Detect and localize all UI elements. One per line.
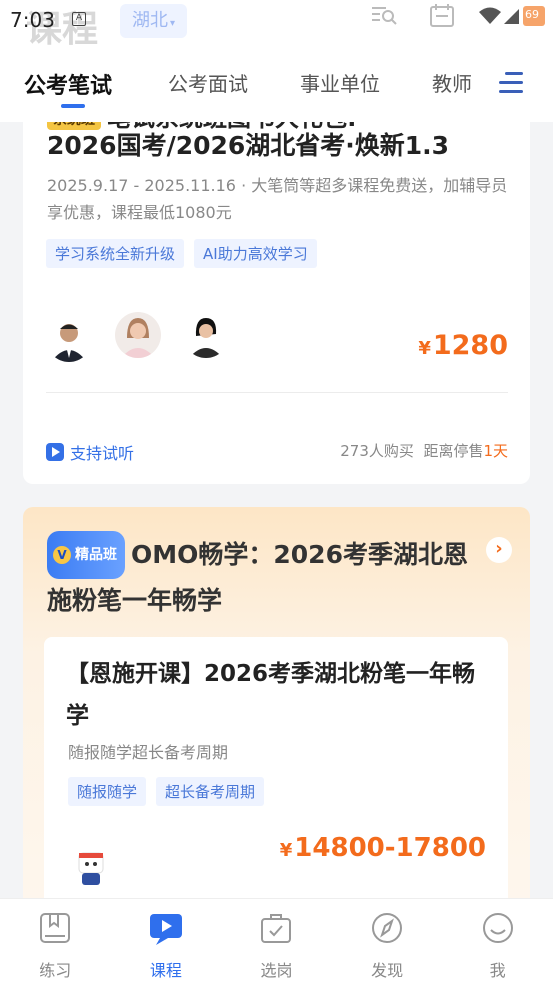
course-tag: 学习系统全新升级 xyxy=(46,239,185,268)
battery-level: 69 xyxy=(525,8,539,21)
nav-me[interactable]: 我 xyxy=(442,899,553,984)
region-label: 湖北 xyxy=(132,10,168,31)
tab-indicator xyxy=(61,104,85,108)
tab-jiaoshi[interactable]: 教师 xyxy=(432,68,472,97)
video-icon xyxy=(149,914,182,945)
teacher-avatar[interactable] xyxy=(46,316,92,362)
premium-badge: V 精品班 xyxy=(47,531,125,579)
teacher-avatar[interactable] xyxy=(115,312,161,358)
trial-button[interactable]: 支持试听 xyxy=(46,440,134,464)
system-indicators: 69 xyxy=(479,6,545,26)
nav-practice[interactable]: 练习 xyxy=(0,899,111,984)
compass-icon xyxy=(372,913,403,943)
teacher-avatar[interactable] xyxy=(183,312,229,358)
calendar-icon[interactable] xyxy=(428,2,456,30)
course-list[interactable]: 系统班笔试系统班图书大礼包: 2026国考/2026湖北省考·焕新1.3 202… xyxy=(0,122,553,898)
stop-sale-label: 距离停售 xyxy=(423,442,484,460)
play-icon xyxy=(46,443,64,461)
currency-symbol: ¥ xyxy=(279,840,293,861)
course-price: ¥14800-17800 xyxy=(280,833,486,863)
book-icon xyxy=(40,913,71,943)
mascot-icon xyxy=(78,852,104,885)
battery-icon: 69 xyxy=(523,6,545,26)
nav-positions[interactable]: 选岗 xyxy=(221,899,332,984)
signal-icon xyxy=(504,9,519,24)
nav-label: 发现 xyxy=(371,961,404,980)
price-value: 1280 xyxy=(432,330,508,361)
course-item[interactable]: 【恩施开课】2026考季湖北粉笔一年畅学 随报随学超长备考周期 随报随学 超长备… xyxy=(44,637,508,898)
tab-gongkao-mianshi[interactable]: 公考面试 xyxy=(168,68,248,97)
sales-info: 273人购买 距离停售1天 xyxy=(340,440,508,461)
course-tag: AI助力高效学习 xyxy=(194,239,317,268)
v-icon: V xyxy=(53,546,71,564)
course-tag: 超长备考周期 xyxy=(156,777,265,806)
course-price: ¥1280 xyxy=(418,330,508,361)
status-bar: 课程 7:03 A 湖北 ▾ 69 xyxy=(0,0,553,50)
tab-gongkao-bishi[interactable]: 公考笔试 xyxy=(24,68,112,100)
tab-shiye-danwei[interactable]: 事业单位 xyxy=(300,68,380,97)
premium-title: V 精品班 OMO畅学：2026考季湖北恩施粉笔一年畅学 xyxy=(47,531,487,623)
course-item-subtitle: 随报随学超长备考周期 xyxy=(68,743,229,762)
course-tag: 随报随学 xyxy=(68,777,147,806)
bottom-navigation: 练习 课程 选岗 发现 我 xyxy=(0,898,553,984)
stop-sale-value: 1天 xyxy=(483,442,508,460)
category-tabs: 公考笔试 公考面试 事业单位 教师 xyxy=(0,44,553,122)
course-title: 2026国考/2026湖北省考·焕新1.3 xyxy=(47,131,450,160)
profile-icon xyxy=(482,913,513,943)
nav-courses[interactable]: 课程 xyxy=(111,899,222,984)
region-selector[interactable]: 湖北 ▾ xyxy=(120,4,188,38)
premium-badge-label: 精品班 xyxy=(75,547,117,563)
currency-symbol: ¥ xyxy=(418,338,431,359)
wifi-icon xyxy=(479,7,501,24)
course-tags: 随报随学 超长备考周期 xyxy=(68,777,265,806)
menu-icon[interactable] xyxy=(499,72,523,94)
briefcase-icon xyxy=(261,914,292,943)
course-tags: 学习系统全新升级 AI助力高效学习 xyxy=(46,239,317,268)
status-time: 7:03 xyxy=(10,8,55,32)
notification-a-icon: A xyxy=(72,12,86,26)
price-value: 14800-17800 xyxy=(294,833,486,863)
divider xyxy=(46,392,508,393)
course-card[interactable]: 系统班笔试系统班图书大礼包: 2026国考/2026湖北省考·焕新1.3 202… xyxy=(23,122,530,484)
chevron-right-icon[interactable]: › xyxy=(486,537,512,563)
nav-label: 练习 xyxy=(39,961,72,980)
course-item-title: 【恩施开课】2026考季湖北粉笔一年畅学 xyxy=(66,661,476,729)
premium-course-card[interactable]: V 精品班 OMO畅学：2026考季湖北恩施粉笔一年畅学 › 【恩施开课】2026考… xyxy=(23,507,530,898)
nav-label: 课程 xyxy=(149,961,182,980)
nav-label: 我 xyxy=(489,961,506,980)
caret-down-icon: ▾ xyxy=(170,18,176,29)
buyer-count: 273人购买 xyxy=(340,442,414,460)
nav-discover[interactable]: 发现 xyxy=(332,899,443,984)
course-description: 2025.9.17 - 2025.11.16 · 大笔筒等超多课程免费送，加辅导… xyxy=(47,176,508,222)
nav-label: 选岗 xyxy=(260,961,293,980)
trial-label: 支持试听 xyxy=(70,444,135,463)
search-list-icon[interactable] xyxy=(370,2,398,28)
